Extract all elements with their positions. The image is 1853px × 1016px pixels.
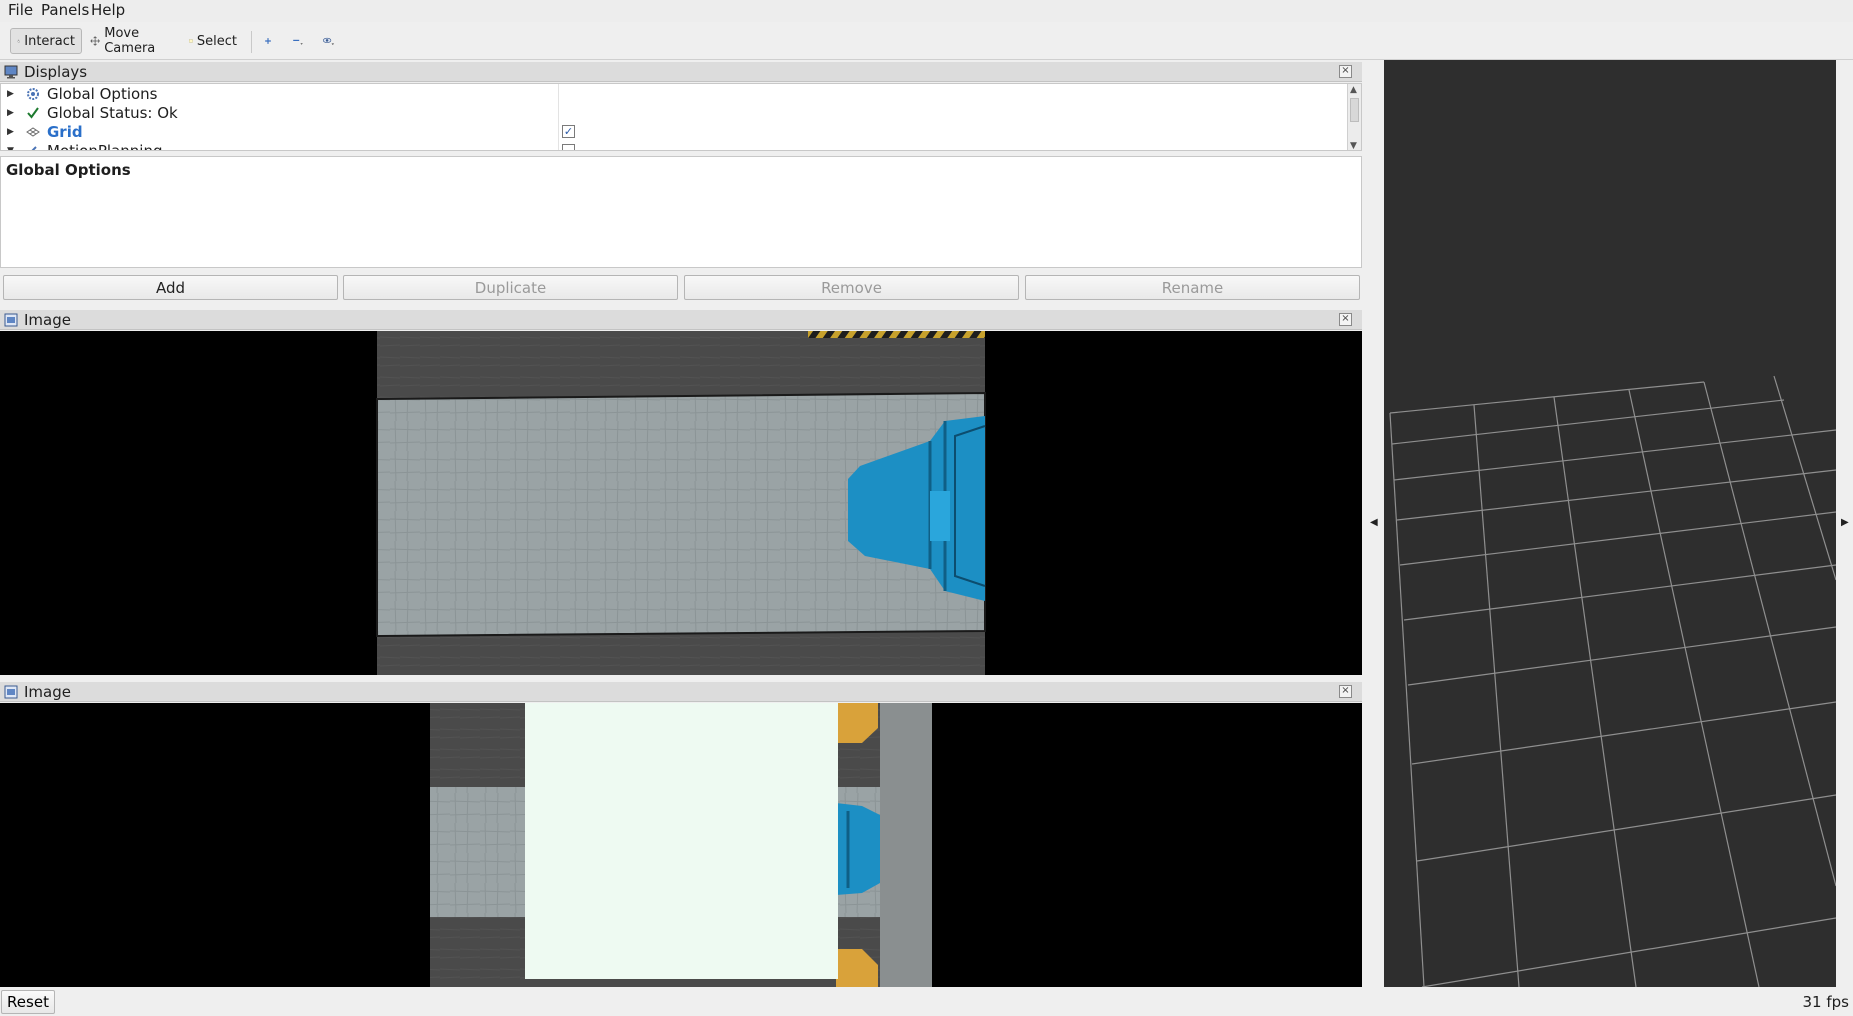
- camera-frame-2: [430, 703, 932, 987]
- expand-arrow-icon[interactable]: ▶: [7, 108, 17, 118]
- plus-icon: [265, 38, 271, 44]
- tree-scrollbar[interactable]: ▲ ▼: [1347, 84, 1361, 150]
- select-label: Select: [196, 33, 237, 49]
- motion-planning-enabled-checkbox[interactable]: [562, 144, 575, 150]
- menu-help[interactable]: Help: [91, 1, 125, 19]
- move-camera-icon: [90, 36, 100, 46]
- displays-tree: ▶ Global Options ▶ Global Status: Ok ▶ G…: [0, 83, 1362, 151]
- image-icon: [4, 313, 18, 326]
- image-panel-2-header: Image ×: [0, 682, 1362, 702]
- displays-panel-title: Displays: [24, 62, 88, 81]
- remove-tool-button[interactable]: [286, 28, 314, 54]
- add-tool-button[interactable]: [258, 28, 282, 54]
- expand-arrow-icon[interactable]: ▶: [7, 89, 17, 99]
- description-title: Global Options: [6, 161, 131, 179]
- camera-image-2: [0, 703, 1362, 987]
- move-camera-tool-button[interactable]: Move Camera: [84, 26, 176, 56]
- monitor-icon: [4, 65, 18, 78]
- collapse-arrow-icon[interactable]: ▼: [7, 146, 17, 151]
- tree-item-global-options[interactable]: ▶ Global Options: [1, 84, 558, 103]
- fps-readout: 31 fps: [1802, 993, 1849, 1011]
- menu-file[interactable]: File: [8, 1, 33, 19]
- scroll-down-icon[interactable]: ▼: [1350, 141, 1357, 150]
- tree-item-label: MotionPlanning: [47, 141, 163, 151]
- collapse-right-arrow-icon[interactable]: ▶: [1841, 517, 1849, 528]
- status-bar: Reset 31 fps: [0, 988, 1853, 1016]
- hazard-stripe: [808, 331, 985, 338]
- side-rail: [880, 703, 932, 987]
- scroll-up-icon[interactable]: ▲: [1350, 85, 1357, 95]
- robot-icon: [25, 143, 41, 150]
- hand-pointer-icon: [17, 39, 20, 43]
- ground-grid: [1389, 375, 1836, 987]
- tree-column-separator: [558, 84, 559, 150]
- view-tool-button[interactable]: [316, 28, 346, 54]
- image-panel-2-close-button[interactable]: ×: [1339, 685, 1352, 698]
- tree-item-motion-planning[interactable]: ▼ MotionPlanning: [1, 141, 558, 151]
- image-panel-title: Image: [24, 682, 71, 701]
- eye-dropdown-icon: [322, 37, 335, 45]
- tree-item-label: Grid: [47, 122, 83, 141]
- reset-button[interactable]: Reset: [1, 990, 55, 1014]
- remove-button[interactable]: Remove: [684, 275, 1019, 300]
- image-panel-title: Image: [24, 310, 71, 329]
- image-icon: [4, 685, 18, 698]
- displays-close-button[interactable]: ×: [1339, 65, 1352, 78]
- menu-bar: File Panels Help: [0, 0, 1853, 22]
- add-button[interactable]: Add: [3, 275, 338, 300]
- tree-item-grid[interactable]: ▶ Grid: [1, 122, 558, 141]
- grid-icon: [25, 124, 41, 140]
- render-3d-view[interactable]: [1384, 60, 1836, 987]
- minus-dropdown-icon: [293, 39, 303, 45]
- interact-label: Interact: [24, 33, 75, 49]
- scroll-thumb[interactable]: [1350, 98, 1359, 122]
- select-rect-icon: [189, 39, 193, 43]
- move-camera-label: Move Camera: [104, 26, 156, 56]
- check-icon: [25, 105, 41, 121]
- menu-panels[interactable]: Panels: [41, 1, 89, 19]
- grid-enabled-checkbox[interactable]: ✓: [562, 125, 575, 138]
- collapse-left-arrow-icon[interactable]: ◀: [1370, 517, 1378, 528]
- image-panel-1-header: Image ×: [0, 310, 1362, 330]
- toolbar: Interact Move Camera Select: [0, 22, 1853, 60]
- tree-item-global-status[interactable]: ▶ Global Status: Ok: [1, 103, 558, 122]
- gear-icon: [25, 86, 41, 102]
- white-occlusion-patch: [525, 703, 838, 979]
- property-description-box: Global Options: [0, 156, 1362, 268]
- blue-bin: [836, 803, 880, 895]
- duplicate-button[interactable]: Duplicate: [343, 275, 678, 300]
- camera-frame-1: [376, 331, 986, 675]
- tree-item-label: Global Status: Ok: [47, 103, 178, 122]
- camera-image-1: [0, 331, 1362, 675]
- expand-arrow-icon[interactable]: ▶: [7, 127, 17, 137]
- tree-item-label: Global Options: [47, 84, 158, 103]
- rename-button[interactable]: Rename: [1025, 275, 1360, 300]
- interact-tool-button[interactable]: Interact: [10, 28, 82, 54]
- displays-panel-header: Displays ×: [0, 62, 1362, 82]
- image-panel-1-close-button[interactable]: ×: [1339, 313, 1352, 326]
- toolbar-separator: [251, 31, 252, 53]
- select-tool-button[interactable]: Select: [183, 28, 243, 54]
